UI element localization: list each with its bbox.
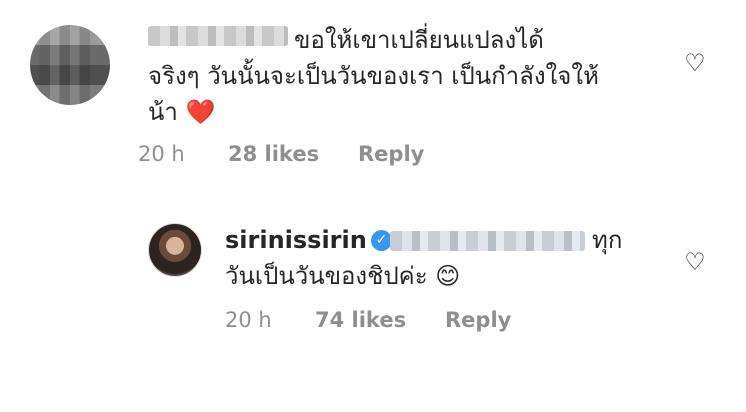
blurred-mention[interactable] <box>390 231 585 251</box>
comment-text-line: ขอให้เขาเปลี่ยนแปลงได้ <box>294 26 544 54</box>
heart-outline-icon[interactable]: ♡ <box>683 51 707 75</box>
comment-time: 20 h <box>138 142 185 166</box>
heart-emoji: ❤️ <box>185 98 216 126</box>
comment-time: 20 h <box>225 308 272 332</box>
smile-emoji: 😊 <box>435 262 461 290</box>
heart-outline-icon[interactable]: ♡ <box>683 250 707 274</box>
comment-text-fragment: วันเป็นวันของชิปค่ะ <box>225 262 428 290</box>
comment-text-line: จริงๆ วันนั้นจะเป็นวันของเรา เป็นกำลังใจ… <box>148 62 599 90</box>
likes-count[interactable]: 28 likes <box>228 142 319 166</box>
blurred-username[interactable] <box>148 26 288 46</box>
reply-avatar[interactable] <box>148 223 202 277</box>
verified-badge-icon: ✓ <box>371 230 392 251</box>
comment-text-line: วันเป็นวันของชิปค่ะ 😊 <box>225 258 460 294</box>
likes-count[interactable]: 74 likes <box>315 308 406 332</box>
comment-text-line: น้า ❤️ <box>148 94 215 130</box>
reply-button[interactable]: Reply <box>358 142 424 166</box>
reply-button[interactable]: Reply <box>445 308 511 332</box>
reply-username[interactable]: sirinissirin <box>225 222 367 258</box>
comment-text-fragment: น้า <box>148 98 178 126</box>
comment-text-line: ทุก <box>592 226 623 254</box>
commenter-avatar[interactable] <box>30 25 110 105</box>
